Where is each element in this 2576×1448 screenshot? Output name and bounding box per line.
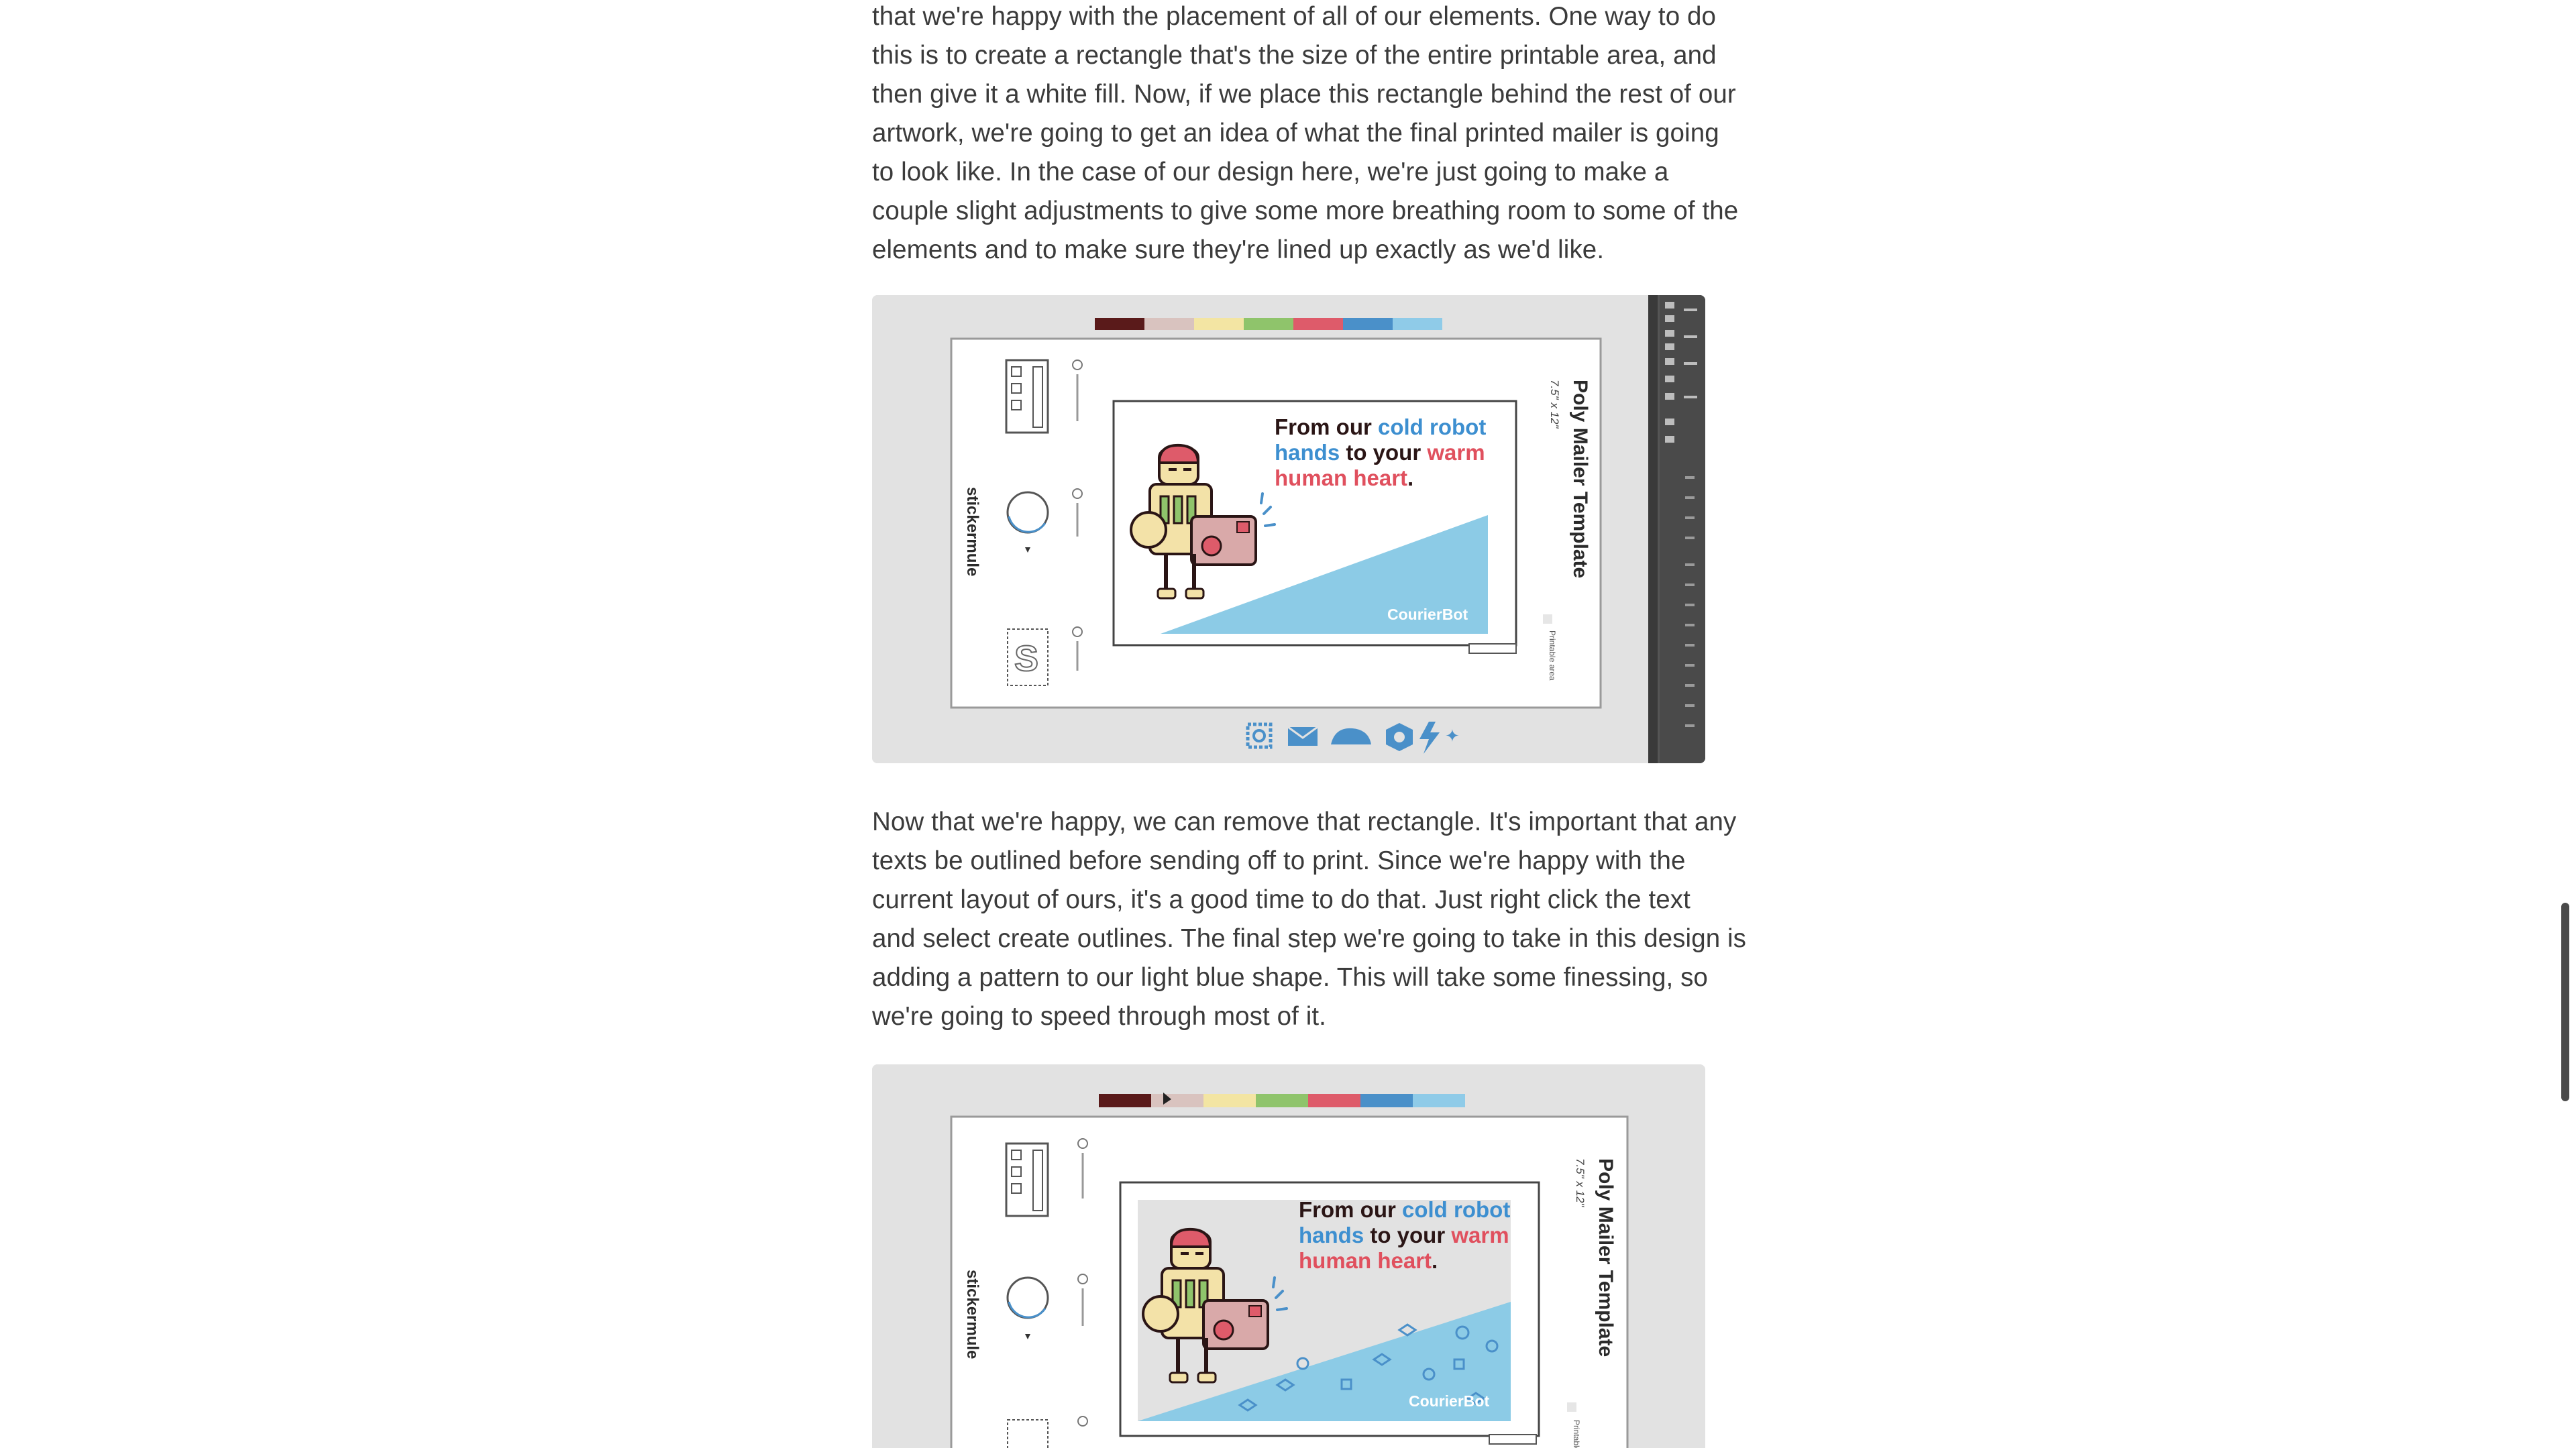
color-swatch[interactable] — [1343, 318, 1393, 330]
paragraph-line: then give it a white fill. Now, if we pl… — [872, 80, 1736, 109]
headline-text: cold robot — [1378, 414, 1486, 439]
paragraph-line: artwork, we're going to get an idea of w… — [872, 119, 1719, 148]
paragraph-line: and select create outlines. The final st… — [872, 924, 1747, 953]
svg-text:From our cold robot: From our cold robot — [1299, 1197, 1510, 1222]
headline-text: human heart — [1299, 1248, 1432, 1273]
paragraph-line: texts be outlined before sending off to … — [872, 846, 1686, 875]
envelope-icon — [1287, 726, 1318, 746]
headline-text: warm — [1426, 440, 1485, 465]
paragraph-line: current layout of ours, it's a good time… — [872, 885, 1690, 914]
stickermule-logo: stickermule — [963, 487, 981, 576]
headline-text: cold robot — [1402, 1197, 1510, 1222]
brand-label: CourierBot — [1387, 606, 1468, 623]
paragraph-line: that we're happy with the placement of a… — [872, 2, 1717, 31]
color-swatch[interactable] — [1095, 318, 1144, 330]
svg-text:From our cold robot: From our cold robot — [1275, 414, 1486, 439]
sparkle-icon: ✦ — [1445, 726, 1460, 746]
color-swatch[interactable] — [1256, 1094, 1308, 1107]
svg-text:human heart.: human heart. — [1275, 465, 1413, 490]
logo-text: stickermule — [963, 487, 981, 576]
template-size-text: 7.5" x 12" — [1574, 1158, 1587, 1208]
logo-text: stickermule — [963, 1270, 981, 1359]
color-swatch[interactable] — [1151, 1094, 1203, 1107]
color-swatch[interactable] — [1194, 318, 1244, 330]
printable-area-label: Printable area — [1572, 1420, 1581, 1448]
template-title-text: Poly Mailer Template — [1569, 380, 1591, 578]
color-swatch[interactable] — [1360, 1094, 1413, 1107]
paragraph-line: couple slight adjustments to give some m… — [872, 197, 1739, 225]
svg-text:hands to your warm: hands to your warm — [1299, 1223, 1509, 1247]
headline-text: warm — [1450, 1223, 1509, 1247]
headline-text: . — [1432, 1248, 1438, 1273]
page-scrollbar[interactable] — [2561, 903, 2569, 1101]
mailer-design: From our cold robot hands to your warm h… — [1112, 400, 1517, 654]
paragraph-line: elements and to make sure they're lined … — [872, 235, 1605, 264]
svg-text:S: S — [1014, 638, 1038, 679]
color-swatch[interactable] — [1144, 318, 1194, 330]
headline-text: to your — [1340, 440, 1427, 465]
printable-area-label: Printable area — [1548, 630, 1557, 681]
color-swatch[interactable] — [1308, 1094, 1360, 1107]
headline-text: hands — [1275, 440, 1340, 465]
color-swatch[interactable] — [1393, 318, 1442, 330]
color-swatch-bar — [1099, 1094, 1465, 1107]
svg-text:✦: ✦ — [1445, 726, 1460, 746]
article-paragraph-1: that we're happy with the placement of a… — [872, 0, 1739, 270]
headline-text: From our — [1299, 1197, 1402, 1222]
svg-text:human heart.: human heart. — [1299, 1248, 1438, 1273]
tools-panel — [1648, 295, 1705, 763]
paragraph-line: adding a pattern to our light blue shape… — [872, 963, 1708, 992]
color-swatch-bar — [1095, 318, 1442, 330]
article-paragraph-2: Now that we're happy, we can remove that… — [872, 803, 1747, 1036]
color-swatch[interactable] — [1203, 1094, 1256, 1107]
svg-text:hands to your warm: hands to your warm — [1275, 440, 1485, 465]
mailer-template-screenshot-1: S stickermule From our cold robot hands … — [872, 295, 1705, 763]
headline-text: human heart — [1275, 465, 1407, 490]
paragraph-line: Now that we're happy, we can remove that… — [872, 807, 1737, 836]
stickermule-logo: stickermule — [963, 1270, 981, 1359]
headline-text: hands — [1299, 1223, 1364, 1247]
template-title-text: Poly Mailer Template — [1595, 1158, 1617, 1357]
color-swatch[interactable] — [1244, 318, 1293, 330]
paragraph-line: to look like. In the case of our design … — [872, 158, 1669, 186]
color-swatch[interactable] — [1413, 1094, 1465, 1107]
headline-text: From our — [1275, 414, 1378, 439]
mailer-template-screenshot-2: stickermule From our cold robot hands to… — [872, 1064, 1705, 1448]
headline-text: . — [1407, 465, 1413, 490]
paragraph-line: we're going to speed through most of it. — [872, 1002, 1326, 1031]
color-swatch[interactable] — [1293, 318, 1343, 330]
article-page: that we're happy with the placement of a… — [0, 0, 2576, 1448]
paragraph-line: this is to create a rectangle that's the… — [872, 41, 1717, 70]
mailer-design: From our cold robot hands to your warm h… — [1119, 1181, 1540, 1445]
template-size-text: 7.5" x 12" — [1548, 380, 1561, 429]
brand-label: CourierBot — [1409, 1392, 1489, 1410]
color-swatch[interactable] — [1099, 1094, 1151, 1107]
headline-text: to your — [1364, 1223, 1451, 1247]
